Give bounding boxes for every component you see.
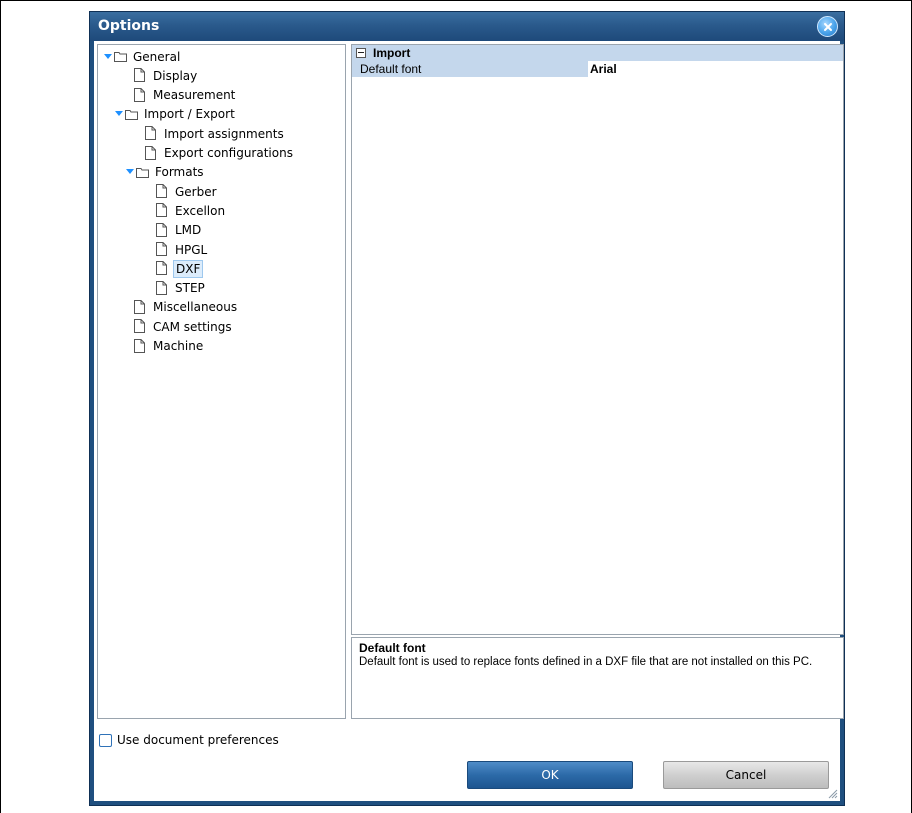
- category-label: Import: [373, 46, 411, 60]
- page-icon: [145, 145, 158, 161]
- tree-item-label: HPGL: [175, 242, 208, 257]
- tree-item[interactable]: DXF: [156, 259, 204, 278]
- folder-icon: [114, 49, 127, 64]
- tree-item[interactable]: Export configurations: [145, 144, 295, 163]
- title-bar[interactable]: Options: [90, 12, 844, 41]
- page-icon: [156, 242, 169, 257]
- tree-item[interactable]: Measurement: [134, 86, 237, 105]
- tree-item[interactable]: Formats: [125, 163, 206, 182]
- options-tree[interactable]: General Display Measurement Import / Export…: [97, 44, 346, 719]
- property-grid[interactable]: Import Default font Arial: [351, 44, 844, 635]
- ok-button[interactable]: OK: [467, 761, 633, 789]
- tree-item[interactable]: Miscellaneous: [134, 298, 239, 317]
- description-title: Default font: [359, 641, 426, 655]
- page-icon: [134, 87, 147, 103]
- checkbox-box[interactable]: [99, 733, 112, 747]
- folder-icon: [125, 107, 138, 122]
- tree-item-label: Machine: [153, 339, 204, 353]
- page-top-border: [0, 0, 912, 1]
- expand-arrow-icon[interactable]: [125, 168, 134, 177]
- tree-item[interactable]: LMD: [156, 221, 203, 240]
- tree-item[interactable]: Gerber: [156, 182, 219, 201]
- close-icon: [823, 22, 832, 31]
- tree-item-label: Export configurations: [164, 146, 293, 160]
- tree-item-label: Import / Export: [144, 107, 235, 122]
- close-button[interactable]: [817, 16, 838, 37]
- expand-arrow-icon[interactable]: [114, 110, 123, 119]
- page-icon: [134, 299, 147, 315]
- description-text: Default font is used to replace fonts de…: [359, 656, 813, 668]
- page-icon: [156, 184, 169, 199]
- page-icon: [134, 68, 147, 83]
- property-row[interactable]: Default font Arial: [352, 61, 843, 77]
- tree-item-label: CAM settings: [153, 319, 232, 334]
- tree-item-label: General: [133, 49, 181, 64]
- tree-item[interactable]: Machine: [134, 337, 205, 356]
- dialog-client-area: General Display Measurement Import / Export…: [94, 41, 844, 801]
- property-name: Default font: [360, 62, 422, 76]
- tree-item-label: STEP: [175, 281, 205, 296]
- tree-item[interactable]: HPGL: [156, 240, 209, 259]
- tree-item[interactable]: Display: [134, 66, 199, 85]
- folder-icon: [136, 165, 149, 180]
- tree-item-label: Gerber: [175, 184, 217, 199]
- resize-grip-icon[interactable]: [828, 789, 838, 799]
- options-dialog: Options General Display Measurement Import …: [89, 11, 845, 806]
- tree-item-label: Formats: [155, 165, 204, 180]
- tree-item-label: Miscellaneous: [153, 300, 238, 315]
- page-icon: [156, 280, 169, 296]
- collapse-toggle-icon[interactable]: [356, 48, 366, 58]
- page-icon: [134, 319, 147, 334]
- tree-item-label: Display: [153, 68, 198, 83]
- tree-item[interactable]: General: [103, 47, 182, 66]
- expand-arrow-icon[interactable]: [103, 52, 112, 61]
- tree-item-label: DXF: [173, 259, 204, 278]
- page-icon: [134, 338, 147, 354]
- description-panel: Default font Default font is used to rep…: [351, 637, 844, 719]
- checkbox-label: Use document preferences: [117, 733, 279, 747]
- tree-item[interactable]: Import / Export: [114, 105, 237, 124]
- tree-item[interactable]: Excellon: [156, 201, 227, 220]
- tree-item[interactable]: STEP: [156, 279, 207, 298]
- page-icon: [156, 222, 169, 238]
- page-icon: [156, 261, 169, 276]
- tree-item[interactable]: Import assignments: [145, 124, 286, 143]
- tree-item-label: Measurement: [153, 88, 236, 103]
- page-icon: [156, 203, 169, 218]
- property-value[interactable]: Arial: [588, 61, 843, 77]
- tree-item[interactable]: CAM settings: [134, 317, 234, 336]
- property-category-row[interactable]: Import: [352, 45, 843, 61]
- use-document-preferences-checkbox[interactable]: Use document preferences: [99, 733, 279, 747]
- tree-item-label: Import assignments: [164, 126, 284, 141]
- dialog-title: Options: [98, 18, 160, 34]
- tree-item-label: LMD: [175, 223, 202, 238]
- page-icon: [145, 126, 158, 141]
- tree-item-label: Excellon: [175, 203, 226, 218]
- cancel-button[interactable]: Cancel: [663, 761, 829, 789]
